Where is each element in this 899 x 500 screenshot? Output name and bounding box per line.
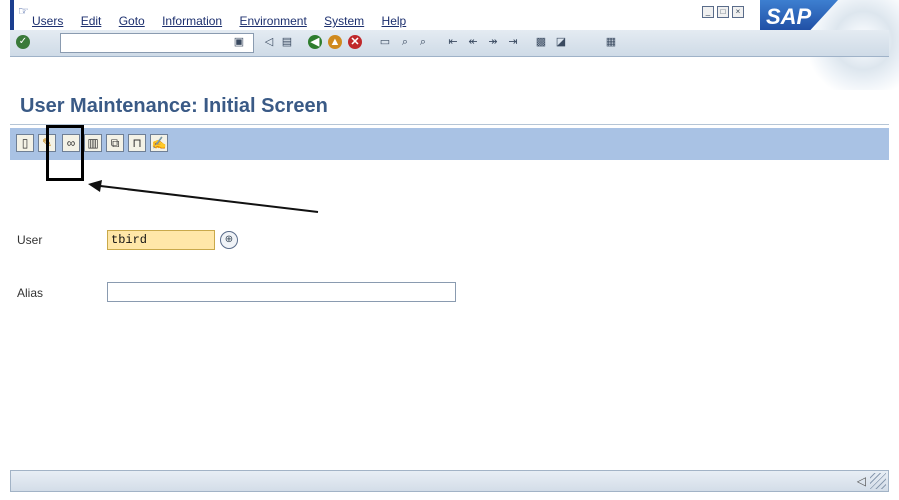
menu-help[interactable]: Help xyxy=(382,14,407,28)
minimize-icon[interactable]: _ xyxy=(702,6,714,18)
delete-icon[interactable]: ▥ xyxy=(84,134,102,152)
alias-input[interactable] xyxy=(107,282,456,302)
exit-icon[interactable]: ▲ xyxy=(328,35,342,49)
save-icon[interactable]: ▤ xyxy=(280,35,294,49)
print-icon[interactable]: ▭ xyxy=(378,35,392,49)
menu-environment[interactable]: Environment xyxy=(239,14,306,28)
user-input[interactable]: tbird xyxy=(107,230,215,250)
menu-system[interactable]: System xyxy=(324,14,364,28)
menu-goto[interactable]: Goto xyxy=(119,14,145,28)
menu-items: Users Edit Goto Information Environment … xyxy=(32,14,420,28)
last-page-icon[interactable]: ⇥ xyxy=(506,35,520,49)
back-arrow-icon[interactable]: ◁ xyxy=(262,35,276,49)
window-controls: _ □ × xyxy=(702,6,744,18)
status-expand-icon[interactable]: ◁ xyxy=(857,474,866,488)
maximize-icon[interactable]: □ xyxy=(717,6,729,18)
title-bar: User Maintenance: Initial Screen xyxy=(10,90,889,125)
layout-menu-icon[interactable]: ▦ xyxy=(604,35,618,49)
previous-page-icon[interactable]: ↞ xyxy=(466,35,480,49)
create-icon[interactable]: ▯ xyxy=(16,134,34,152)
copy-icon[interactable]: ⧉ xyxy=(106,134,124,152)
search-help-icon[interactable]: ⊕ xyxy=(220,231,238,249)
resize-grip-icon[interactable] xyxy=(870,473,886,489)
first-page-icon[interactable]: ⇤ xyxy=(446,35,460,49)
back-icon[interactable]: ◀ xyxy=(308,35,322,49)
find-icon[interactable]: ⌕ xyxy=(398,35,412,49)
save-dropdown-icon[interactable]: ▣ xyxy=(232,35,246,49)
edit-doc-icon[interactable]: ✍ xyxy=(150,134,168,152)
page-title: User Maintenance: Initial Screen xyxy=(20,95,328,117)
next-page-icon[interactable]: ↠ xyxy=(486,35,500,49)
lock-icon[interactable]: ⊓ xyxy=(128,134,146,152)
shortcut-icon[interactable]: ◪ xyxy=(554,35,568,49)
application-toolbar: ▯ ✎ ∞ ▥ ⧉ ⊓ ✍ xyxy=(10,128,889,160)
alias-label: Alias xyxy=(17,286,44,300)
menu-toggle-icon[interactable]: ☞ xyxy=(18,4,29,18)
command-field[interactable] xyxy=(60,33,254,53)
standard-toolbar: ✓ ▣ ◁ ▤ ◀ ▲ ✕ ▭ ⌕ ⌕ ⇤ ↞ ↠ ⇥ ▩ ◪ ▦ xyxy=(10,30,889,57)
menu-information[interactable]: Information xyxy=(162,14,222,28)
check-circle-icon[interactable]: ✓ xyxy=(16,35,30,49)
user-label: User xyxy=(17,233,43,247)
menu-users[interactable]: Users xyxy=(32,14,63,28)
find-next-icon[interactable]: ⌕ xyxy=(416,35,430,49)
cancel-icon[interactable]: ✕ xyxy=(348,35,362,49)
annotation-highlight-box xyxy=(46,125,84,181)
menu-edit[interactable]: Edit xyxy=(81,14,102,28)
close-icon[interactable]: × xyxy=(732,6,744,18)
content-area xyxy=(10,160,889,470)
new-session-icon[interactable]: ▩ xyxy=(534,35,548,49)
status-bar: ◁ xyxy=(10,470,889,492)
